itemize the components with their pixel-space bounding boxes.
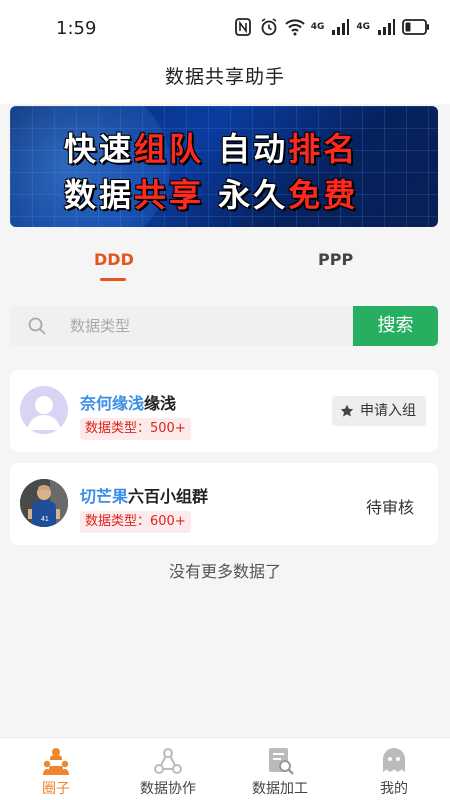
pending-review-status: 待审核 — [365, 498, 414, 517]
tabbar-item-mine[interactable]: 我的 — [338, 738, 450, 800]
default-avatar-icon — [27, 396, 61, 430]
group-name: 切芒果六百小组群 — [80, 483, 208, 507]
avatar — [20, 386, 68, 434]
data-type-tag: 数据类型：600+ — [80, 511, 191, 533]
network-label-2: 4G — [356, 22, 370, 32]
signal-icon-2 — [378, 19, 395, 35]
wifi-icon — [284, 19, 305, 36]
banner-line-1: 快速组队 自动排名 — [64, 124, 358, 170]
list-end-message: 没有更多数据了 — [168, 562, 281, 581]
group-owner-name: 切芒果 — [80, 487, 129, 506]
network-label-1: 4G — [310, 22, 325, 32]
battery-icon — [402, 19, 429, 35]
group-name: 奈何缘浅缘浅 — [80, 390, 176, 414]
banner-text-segment: 组队 — [134, 130, 205, 168]
tab-ppp[interactable]: PPP — [318, 250, 353, 269]
tabbar-label: 数据协作 — [140, 781, 196, 797]
banner-line-2: 数据共享 永久免费 — [64, 170, 358, 216]
promo-banner[interactable]: 快速组队 自动排名 数据共享 永久免费 — [10, 106, 438, 227]
group-owner-name: 奈何缘浅 — [80, 394, 145, 413]
tabbar-item-data-collab[interactable]: 数据协作 — [112, 738, 224, 800]
group-card[interactable]: 41 切芒果六百小组群 数据类型：600+ 待审核 — [10, 463, 438, 545]
search-bar: 搜索 — [10, 306, 438, 346]
document-search-icon — [269, 748, 294, 775]
banner-text-segment: 免费 — [288, 176, 359, 214]
group-card[interactable]: 奈何缘浅缘浅 数据类型：500+ 申请入组 — [10, 370, 438, 452]
share-nodes-icon — [154, 748, 182, 774]
group-title: 六百小组群 — [128, 487, 209, 506]
signal-icon — [332, 19, 350, 35]
nfc-icon — [234, 18, 251, 36]
tabbar-label: 我的 — [380, 781, 408, 797]
tabbar-label: 数据加工 — [252, 781, 308, 797]
banner-text-segment: 排名 — [288, 130, 359, 168]
apply-join-label: 申请入组 — [360, 403, 416, 419]
bottom-tab-bar: 圈子 数据协作 数据加工 我的 — [0, 737, 450, 800]
status-time: 1:59 — [56, 18, 97, 39]
data-type-tag: 数据类型：500+ — [80, 418, 191, 440]
search-icon — [28, 317, 46, 335]
search-button[interactable]: 搜索 — [353, 306, 438, 346]
search-box[interactable] — [10, 306, 353, 346]
people-circle-icon — [43, 748, 69, 775]
status-bar: 1:59 4G 4G — [0, 0, 450, 58]
page-title: 数据共享助手 — [164, 66, 285, 88]
alarm-icon — [261, 18, 277, 36]
search-input[interactable] — [70, 314, 340, 338]
tab-ddd[interactable]: DDD — [94, 250, 134, 269]
banner-text-segment: 永久 — [204, 176, 289, 214]
active-tab-indicator — [100, 278, 126, 281]
group-title: 缘浅 — [144, 394, 177, 413]
tabbar-item-data-process[interactable]: 数据加工 — [224, 738, 336, 800]
tabbar-item-circle[interactable]: 圈子 — [0, 738, 112, 800]
star-icon — [340, 404, 354, 417]
tabbar-label: 圈子 — [42, 781, 70, 797]
category-tabs: DDD PPP — [0, 240, 450, 288]
banner-text-segment: 数据 — [64, 176, 135, 214]
top-nav-bar: 数据共享助手 — [0, 58, 450, 104]
profile-icon — [383, 748, 405, 772]
apply-join-button[interactable]: 申请入组 — [332, 396, 426, 426]
status-icons: 4G 4G — [233, 17, 430, 37]
banner-text-segment: 共享 — [134, 176, 205, 214]
player-photo-avatar: 41 — [20, 479, 68, 527]
banner-text-segment: 快速 — [64, 130, 135, 168]
svg-text:41: 41 — [41, 516, 49, 523]
banner-text-segment: 自动 — [204, 130, 289, 168]
avatar: 41 — [20, 479, 68, 527]
